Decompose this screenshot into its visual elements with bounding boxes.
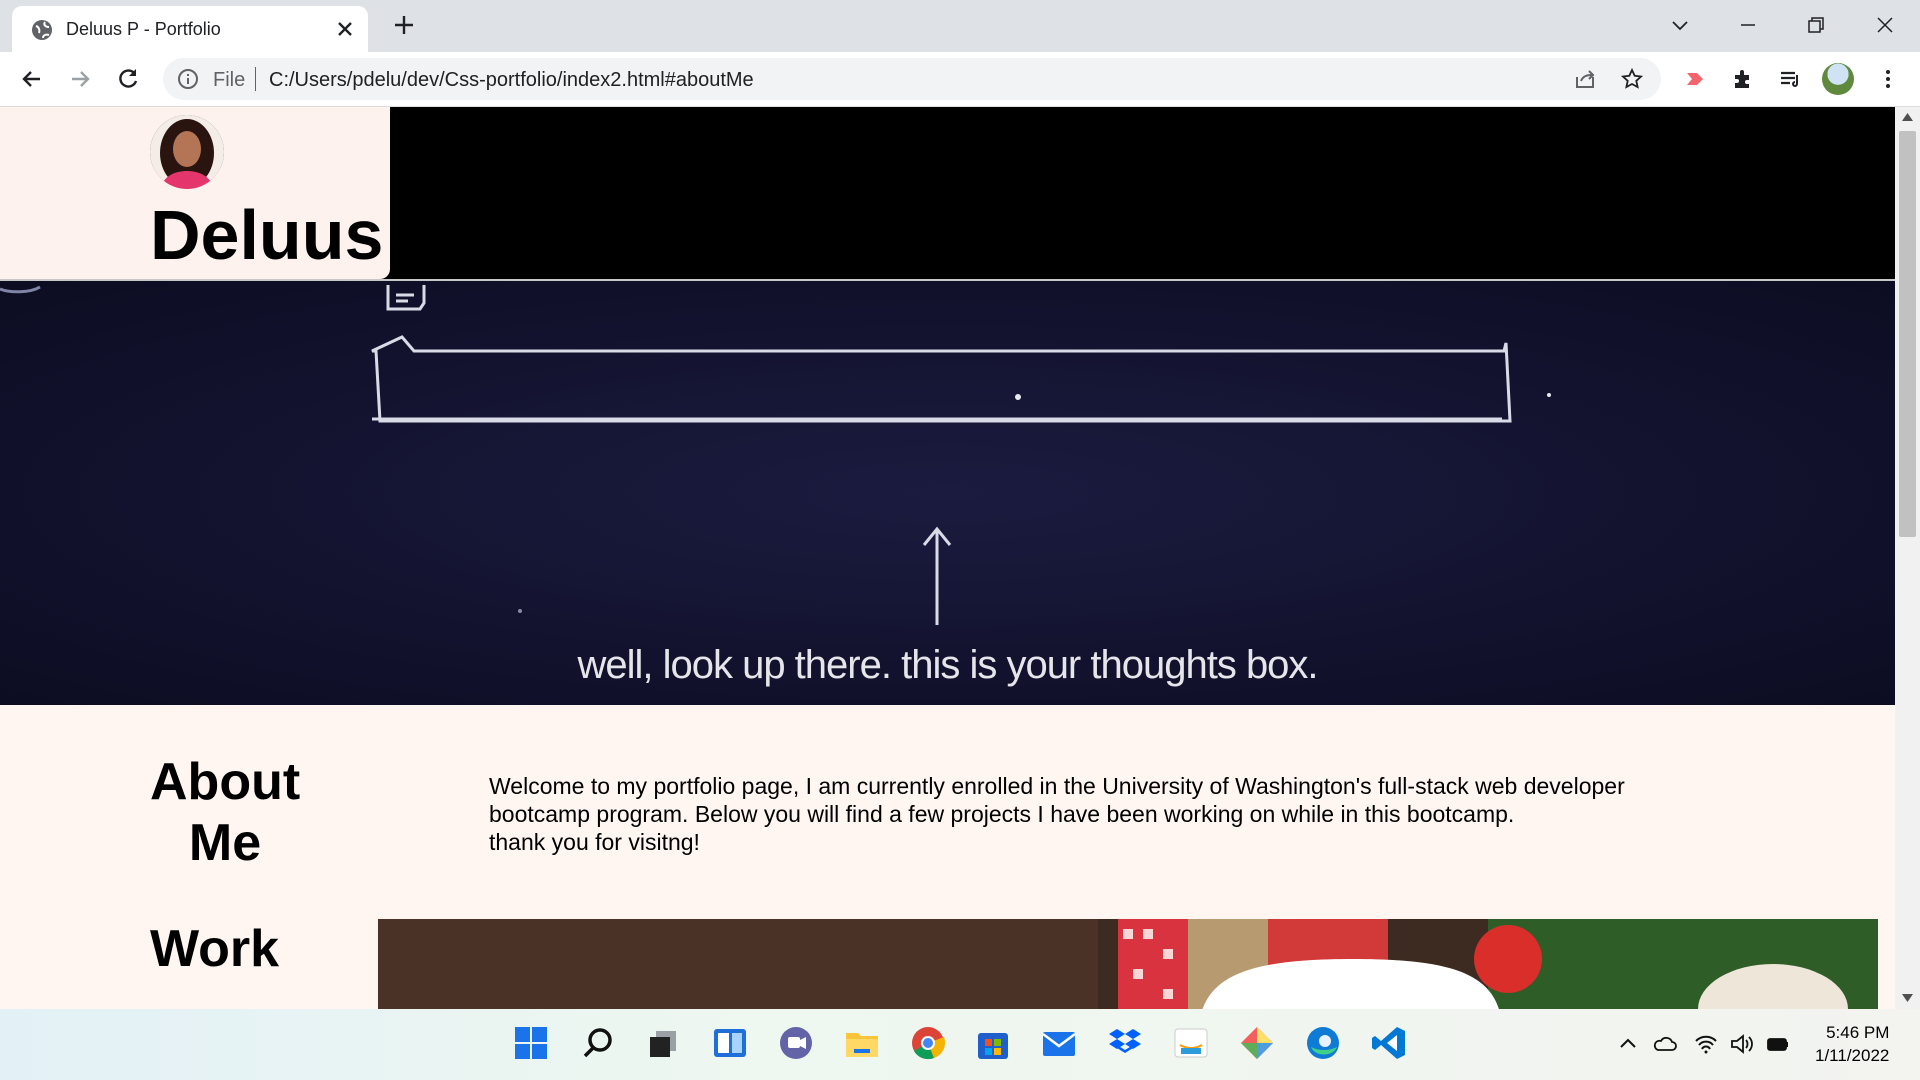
widgets-icon[interactable] <box>710 1023 750 1063</box>
clock-time: 5:46 PM <box>1826 1023 1890 1042</box>
close-tab-icon[interactable] <box>332 16 358 42</box>
tab-title: Deluus P - Portfolio <box>66 19 221 39</box>
browser-toolbar: File C:/Users/pdelu/dev/Css-portfolio/in… <box>0 52 1920 107</box>
extension-red-icon[interactable] <box>1681 65 1709 93</box>
about-text: Welcome to my portfolio page, I am curre… <box>489 772 1719 856</box>
address-separator <box>255 67 256 91</box>
store-icon[interactable] <box>973 1023 1013 1063</box>
amazon-icon[interactable] <box>1171 1023 1211 1063</box>
about-thanks: thank you for visitng! <box>489 829 700 855</box>
about-paragraph: Welcome to my portfolio page, I am curre… <box>489 773 1625 827</box>
scroll-up-icon[interactable] <box>1902 113 1913 121</box>
windows-start-icon[interactable] <box>511 1023 551 1063</box>
taskbar-clock[interactable]: 5:46 PM 1/11/2022 <box>1815 1021 1889 1067</box>
menu-kebab-icon[interactable] <box>1874 65 1902 93</box>
about-heading: About Me <box>150 753 301 872</box>
task-view-icon[interactable] <box>644 1023 684 1063</box>
hero-banner: well, look up there. this is your though… <box>0 281 1895 705</box>
bookmark-star-icon[interactable] <box>1620 67 1644 91</box>
minimize-icon[interactable] <box>1733 10 1763 40</box>
work-heading: Work <box>150 920 280 978</box>
edge-icon[interactable] <box>1303 1023 1343 1063</box>
battery-charging-icon[interactable] <box>1765 1031 1791 1057</box>
hero-caption: well, look up there. this is your though… <box>577 643 1318 687</box>
extensions-puzzle-icon[interactable] <box>1729 65 1757 93</box>
site-header: Deluus About Me Work Contact Me Resume <box>0 107 1895 281</box>
hero-sketch-drawing <box>0 285 1551 625</box>
dropbox-icon[interactable] <box>1105 1023 1145 1063</box>
address-scheme-label: File <box>213 69 246 91</box>
file-explorer-icon[interactable] <box>842 1023 882 1063</box>
nav-resume[interactable]: Resume <box>1693 137 1753 185</box>
reload-icon[interactable] <box>114 65 142 93</box>
work-project-image[interactable] <box>378 919 1878 1009</box>
profile-photo <box>150 115 224 189</box>
browser-tab[interactable]: Deluus P - Portfolio <box>12 6 368 52</box>
address-bar[interactable]: File C:/Users/pdelu/dev/Css-portfolio/in… <box>163 58 1661 100</box>
nav-about-me[interactable]: About Me <box>1135 137 1203 185</box>
chat-icon[interactable] <box>776 1023 816 1063</box>
nav-contact-me[interactable]: Contact Me <box>1471 137 1553 185</box>
scroll-down-icon[interactable] <box>1902 994 1913 1002</box>
profile-avatar[interactable] <box>1822 63 1854 95</box>
globe-icon <box>32 20 52 40</box>
media-queue-icon[interactable] <box>1776 65 1804 93</box>
wifi-icon[interactable] <box>1693 1031 1719 1057</box>
brand-block: Deluus <box>0 107 390 279</box>
volume-icon[interactable] <box>1728 1031 1754 1057</box>
tab-strip: Deluus P - Portfolio <box>0 0 1920 52</box>
scrollbar-thumb[interactable] <box>1899 131 1916 537</box>
windows-taskbar: 5:46 PM 1/11/2022 <box>0 1009 1920 1080</box>
chrome-icon[interactable] <box>908 1023 948 1063</box>
url-text[interactable]: C:/Users/pdelu/dev/Css-portfolio/index2.… <box>269 69 754 92</box>
nav-work[interactable]: Work <box>1333 137 1370 185</box>
close-window-icon[interactable] <box>1870 10 1900 40</box>
share-icon[interactable] <box>1573 67 1597 91</box>
vscode-icon[interactable] <box>1369 1023 1409 1063</box>
show-hidden-icons-chevron[interactable] <box>1615 1031 1641 1057</box>
mail-icon[interactable] <box>1039 1023 1079 1063</box>
brand-name[interactable]: Deluus <box>150 195 383 275</box>
page-scrollbar[interactable] <box>1895 107 1920 1009</box>
profile-photo-drawing <box>150 115 224 189</box>
page-viewport: Deluus About Me Work Contact Me Resume w… <box>0 107 1895 1009</box>
forward-arrow-icon[interactable] <box>66 65 94 93</box>
tab-search-chevron-icon[interactable] <box>1665 10 1695 40</box>
work-image-drawing <box>378 919 1878 1009</box>
info-icon[interactable] <box>177 68 199 90</box>
search-icon[interactable] <box>578 1023 618 1063</box>
clock-date: 1/11/2022 <box>1815 1046 1890 1065</box>
git-extension-icon[interactable] <box>1237 1023 1277 1063</box>
new-tab-icon[interactable] <box>389 10 419 40</box>
restore-icon[interactable] <box>1801 10 1831 40</box>
back-arrow-icon[interactable] <box>18 65 46 93</box>
onedrive-cloud-icon[interactable] <box>1652 1031 1678 1057</box>
